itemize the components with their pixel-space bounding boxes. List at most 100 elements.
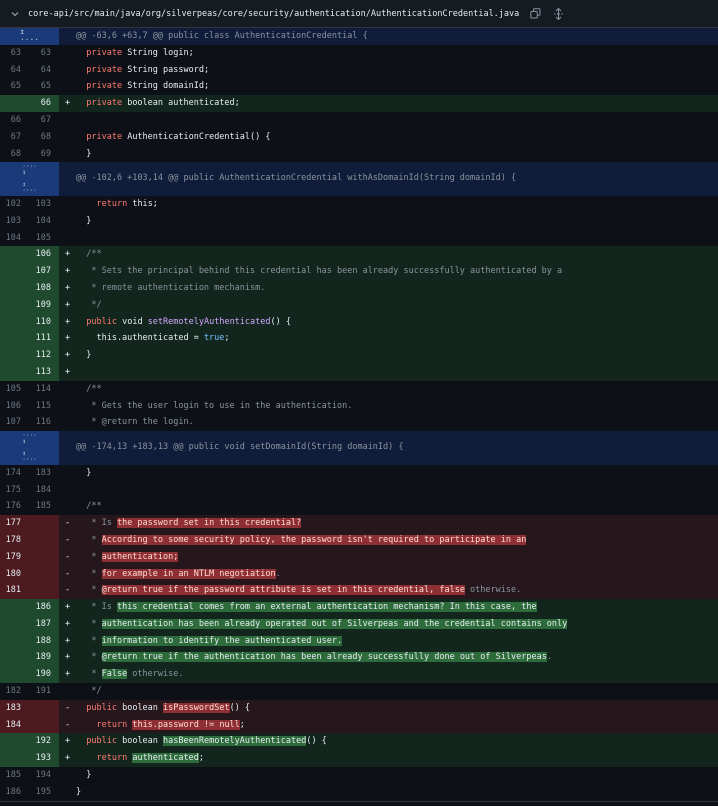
hunk-header-text: @@ -102,6 +103,14 @@ public Authenticati… xyxy=(76,173,517,184)
new-line-number[interactable] xyxy=(29,531,59,549)
new-line-number[interactable]: 114 xyxy=(29,381,59,398)
new-line-number[interactable] xyxy=(29,565,59,583)
new-line-number[interactable]: 192 xyxy=(29,733,59,751)
new-line-number[interactable]: 106 xyxy=(29,246,59,264)
new-line-number[interactable]: 109 xyxy=(29,296,59,314)
new-line-number[interactable]: 184 xyxy=(29,482,59,499)
copy-icon[interactable] xyxy=(528,7,542,21)
old-line-number[interactable]: 107 xyxy=(0,414,29,431)
new-line-number[interactable]: 115 xyxy=(29,398,59,415)
new-line-number[interactable]: 104 xyxy=(29,213,59,230)
new-line-number[interactable]: 195 xyxy=(29,784,59,801)
new-line-number[interactable]: 111 xyxy=(29,330,59,348)
old-line-number[interactable]: 179 xyxy=(0,548,29,566)
new-line-number[interactable]: 69 xyxy=(29,146,59,163)
old-line-number[interactable] xyxy=(0,313,29,331)
code-line: /** xyxy=(76,381,718,398)
old-line-number[interactable] xyxy=(0,363,29,381)
new-line-number[interactable]: 103 xyxy=(29,196,59,213)
old-line-number[interactable] xyxy=(0,666,29,684)
old-line-number[interactable]: 65 xyxy=(0,78,29,95)
new-line-number[interactable]: 187 xyxy=(29,615,59,633)
diff-marker: + xyxy=(64,299,71,310)
expand-both-icon[interactable]: ···· ↧ ↥ ···· xyxy=(0,162,59,196)
old-line-number[interactable] xyxy=(0,330,29,348)
old-line-number[interactable] xyxy=(0,599,29,616)
old-line-number[interactable] xyxy=(0,733,29,751)
new-line-number[interactable]: 112 xyxy=(29,347,59,364)
new-line-number[interactable]: 108 xyxy=(29,279,59,297)
old-line-number[interactable] xyxy=(0,649,29,667)
old-line-number[interactable]: 67 xyxy=(0,129,29,146)
old-line-number[interactable] xyxy=(0,279,29,297)
code-line: } xyxy=(76,784,718,801)
code-token: isPasswordSet xyxy=(163,702,230,713)
old-line-number[interactable] xyxy=(0,296,29,314)
new-line-number[interactable] xyxy=(29,582,59,600)
new-line-number[interactable]: 188 xyxy=(29,632,59,650)
new-line-number[interactable]: 186 xyxy=(29,599,59,616)
new-line-number[interactable]: 66 xyxy=(29,95,59,112)
old-line-number[interactable]: 63 xyxy=(0,45,29,62)
new-line-number[interactable] xyxy=(29,548,59,566)
new-line-number[interactable]: 107 xyxy=(29,263,59,280)
old-line-number[interactable]: 185 xyxy=(0,767,29,784)
code-token: this credential comes from an external a… xyxy=(116,602,537,613)
new-line-number[interactable]: 63 xyxy=(29,45,59,62)
old-line-number[interactable] xyxy=(0,632,29,650)
new-line-number[interactable]: 194 xyxy=(29,767,59,784)
new-line-number[interactable]: 191 xyxy=(29,683,59,700)
old-line-number[interactable]: 175 xyxy=(0,482,29,499)
new-line-number[interactable]: 183 xyxy=(29,465,59,482)
new-line-number[interactable] xyxy=(29,515,59,532)
code-line: private AuthenticationCredential() { xyxy=(76,129,718,146)
old-line-number[interactable]: 184 xyxy=(0,716,29,734)
new-line-number[interactable]: 113 xyxy=(29,363,59,381)
old-line-number[interactable]: 182 xyxy=(0,683,29,700)
new-line-number[interactable]: 65 xyxy=(29,78,59,95)
old-line-number[interactable]: 177 xyxy=(0,515,29,532)
old-line-number[interactable]: 181 xyxy=(0,582,29,600)
old-line-number[interactable] xyxy=(0,750,29,768)
old-line-number[interactable] xyxy=(0,246,29,264)
old-line-number[interactable] xyxy=(0,615,29,633)
new-line-number[interactable]: 185 xyxy=(29,498,59,515)
old-line-number[interactable]: 180 xyxy=(0,565,29,583)
new-line-number[interactable]: 193 xyxy=(29,750,59,768)
new-line-number[interactable]: 64 xyxy=(29,62,59,79)
new-line-number[interactable]: 110 xyxy=(29,313,59,331)
old-line-number[interactable]: 66 xyxy=(0,112,29,129)
expand-both-icon[interactable]: ···· ↧ ↥ ···· xyxy=(0,431,59,465)
code-token: /** xyxy=(76,501,102,512)
old-line-number[interactable]: 102 xyxy=(0,196,29,213)
new-line-number[interactable] xyxy=(29,716,59,734)
old-line-number[interactable] xyxy=(0,263,29,280)
diff-marker xyxy=(59,683,76,700)
old-line-number[interactable]: 174 xyxy=(0,465,29,482)
code-line: * @return the login. xyxy=(76,414,718,431)
old-line-number[interactable]: 183 xyxy=(0,699,29,717)
old-line-number[interactable]: 186 xyxy=(0,784,29,801)
old-line-number[interactable] xyxy=(0,347,29,364)
old-line-number[interactable]: 68 xyxy=(0,146,29,163)
old-line-number[interactable]: 178 xyxy=(0,531,29,549)
new-line-number[interactable]: 68 xyxy=(29,129,59,146)
old-line-number[interactable]: 104 xyxy=(0,230,29,247)
new-line-number[interactable]: 189 xyxy=(29,649,59,667)
old-line-number[interactable]: 105 xyxy=(0,381,29,398)
new-line-number[interactable]: 67 xyxy=(29,112,59,129)
new-line-number[interactable] xyxy=(29,699,59,717)
old-line-number[interactable] xyxy=(0,95,29,112)
new-line-number[interactable]: 105 xyxy=(29,230,59,247)
expand-up-icon[interactable]: ↥ ···· xyxy=(0,28,59,45)
old-line-number[interactable]: 64 xyxy=(0,62,29,79)
new-line-number[interactable]: 190 xyxy=(29,666,59,684)
chevron-down-icon[interactable] xyxy=(8,7,22,21)
old-line-number[interactable]: 176 xyxy=(0,498,29,515)
unfold-icon[interactable] xyxy=(551,7,565,21)
new-line-number[interactable]: 116 xyxy=(29,414,59,431)
old-line-number[interactable]: 106 xyxy=(0,398,29,415)
old-line-number[interactable]: 103 xyxy=(0,213,29,230)
